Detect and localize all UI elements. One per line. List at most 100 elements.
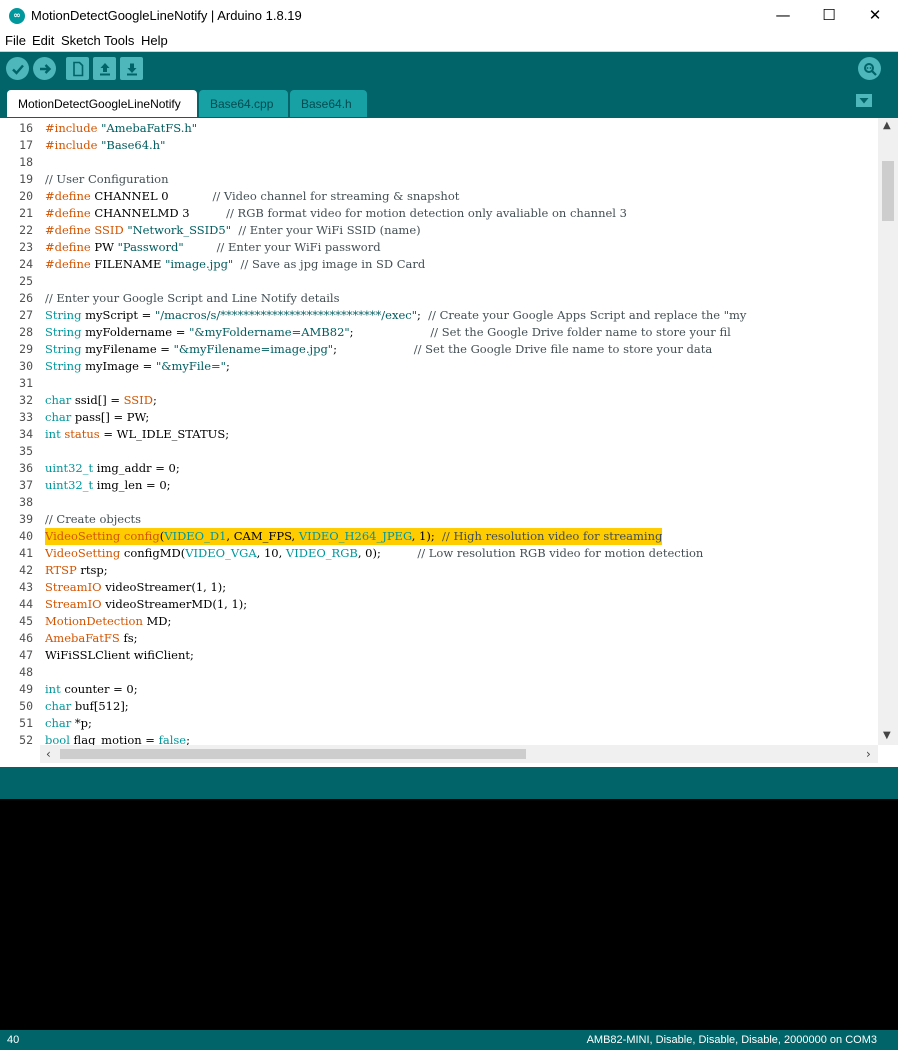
line-number: 41 [19, 546, 33, 560]
code-token: // Low resolution RGB video for motion d… [417, 546, 704, 560]
code-token: ; [349, 325, 431, 339]
tab-base64-h[interactable]: Base64.h [290, 90, 367, 117]
line-number: 21 [19, 206, 33, 220]
code-token: , 10, [256, 546, 286, 560]
code-token: WiFiSSLClient wifiClient; [45, 648, 194, 662]
code-line[interactable]: char ssid[] = SSID; [45, 392, 157, 409]
code-line[interactable]: // Enter your Google Script and Line Not… [45, 290, 340, 307]
code-editor[interactable]: 16 17 18 19 20 21 22 23 24 25 26 27 28 29 30 31 32 33 34 35… [0, 117, 898, 764]
menu-help[interactable]: Help [141, 33, 168, 48]
horizontal-scroll-thumb[interactable] [60, 749, 526, 759]
code-token: "image.jpg" [165, 257, 234, 271]
code-line[interactable]: RTSP rtsp; [45, 562, 108, 579]
code-line[interactable]: String myImage = "&myFile="; [45, 358, 230, 375]
new-button[interactable] [66, 57, 89, 80]
code-line[interactable]: uint32_t img_addr = 0; [45, 460, 180, 477]
code-line[interactable]: bool flag_motion = false; [45, 732, 190, 745]
code-line[interactable]: // User Configuration [45, 171, 169, 188]
horizontal-scrollbar[interactable]: ‹ › [40, 745, 878, 763]
code-line[interactable]: int counter = 0; [45, 681, 138, 698]
code-token: // Set the Google Drive folder name to s… [430, 325, 731, 339]
code-token: VIDEO_D1 [164, 529, 227, 543]
code-line[interactable]: int status = WL_IDLE_STATUS; [45, 426, 229, 443]
tab-motiondetectgooglelinenotify[interactable]: MotionDetectGoogleLineNotify [7, 90, 197, 117]
open-button[interactable] [93, 57, 116, 80]
code-line[interactable]: char buf[512]; [45, 698, 129, 715]
code-token: pass[] = PW; [74, 410, 150, 424]
code-line[interactable]: StreamIO videoStreamerMD(1, 1); [45, 596, 247, 613]
code-line[interactable]: String myFilename = "&myFilename=image.j… [45, 341, 712, 358]
line-number: 50 [19, 699, 33, 713]
code-token: videoStreamerMD(1, 1); [105, 597, 248, 611]
menu-tools[interactable]: Tools [104, 33, 134, 48]
code-line[interactable]: // Create objects [45, 511, 141, 528]
line-number: 39 [19, 512, 33, 526]
code-line[interactable]: #define FILENAME "image.jpg" // Save as … [45, 256, 425, 273]
code-line[interactable]: String myScript = "/macros/s/***********… [45, 307, 746, 324]
code-token: status [64, 427, 100, 441]
code-line[interactable]: VideoSetting config(VIDEO_D1, CAM_FPS, V… [45, 528, 663, 545]
code-token: , CAM_FPS, [226, 529, 299, 543]
code-token: "Password" [117, 240, 184, 254]
scroll-down-arrow-icon[interactable]: ▼ [883, 730, 891, 741]
code-token: VideoSetting [45, 546, 124, 560]
code-token: ; [225, 359, 230, 373]
code-line[interactable]: WiFiSSLClient wifiClient; [45, 647, 194, 664]
code-token: CHANNEL 0 [94, 189, 213, 203]
code-line[interactable]: StreamIO videoStreamer(1, 1); [45, 579, 226, 596]
scroll-right-arrow-icon[interactable]: › [866, 747, 871, 761]
upload-button[interactable] [33, 57, 56, 80]
code-token: "Base64.h" [101, 138, 166, 152]
code-line[interactable]: char pass[] = PW; [45, 409, 149, 426]
vertical-scroll-thumb[interactable] [882, 161, 894, 221]
code-token: #define [45, 206, 95, 220]
code-token: // RGB format video for motion detection… [226, 206, 627, 220]
code-line[interactable]: VideoSetting configMD(VIDEO_VGA, 10, VID… [45, 545, 703, 562]
console-output[interactable] [0, 799, 898, 1030]
code-token: VideoSetting [45, 529, 124, 543]
code-line[interactable]: char *p; [45, 715, 92, 732]
line-number: 33 [19, 410, 33, 424]
code-token: = WL_IDLE_STATUS; [99, 427, 230, 441]
scroll-left-arrow-icon[interactable]: ‹ [46, 747, 51, 761]
code-token: VIDEO_H264_JPEG [298, 529, 412, 543]
menu-edit[interactable]: Edit [32, 33, 54, 48]
code-token: configMD( [123, 546, 186, 560]
menu-file[interactable]: File [5, 33, 26, 48]
code-line[interactable]: #define SSID "Network_SSID5" // Enter yo… [45, 222, 421, 239]
menu-sketch[interactable]: Sketch [61, 33, 101, 48]
code-area[interactable]: #include "AmebaFatFS.h" #include "Base64.… [45, 118, 878, 745]
code-token: String [45, 342, 86, 356]
code-token: AmebaFatFS [45, 631, 124, 645]
code-token: buf[512]; [74, 699, 129, 713]
code-token: CHANNELMD 3 [94, 206, 227, 220]
vertical-scrollbar[interactable]: ▲ ▼ [878, 118, 898, 745]
code-line[interactable]: MotionDetection MD; [45, 613, 171, 630]
code-line[interactable]: #define PW "Password" // Enter your WiFi… [45, 239, 381, 256]
code-token: #define [45, 223, 95, 237]
close-button[interactable]: ✕ [852, 0, 898, 31]
serial-monitor-icon [863, 62, 877, 76]
code-line[interactable]: AmebaFatFS fs; [45, 630, 137, 647]
code-token: // Video channel for streaming & snapsho… [212, 189, 460, 203]
minimize-button[interactable]: — [760, 0, 806, 31]
code-token: MotionDetection [45, 614, 147, 628]
code-line[interactable]: #include "AmebaFatFS.h" [45, 120, 197, 137]
code-line[interactable]: uint32_t img_len = 0; [45, 477, 171, 494]
line-number: 22 [19, 223, 33, 237]
upload-icon [39, 63, 51, 74]
verify-button[interactable] [6, 57, 29, 80]
tab-menu-button[interactable] [856, 94, 872, 107]
code-line[interactable]: #define CHANNEL 0 // Video channel for s… [45, 188, 459, 205]
code-line[interactable]: #define CHANNELMD 3 // RGB format video … [45, 205, 627, 222]
maximize-button[interactable]: ☐ [806, 0, 852, 31]
code-token: MD; [146, 614, 172, 628]
code-line[interactable]: String myFoldername = "&myFoldername=AMB… [45, 324, 731, 341]
serial-monitor-button[interactable] [858, 57, 881, 80]
save-button[interactable] [120, 57, 143, 80]
tab-base64-cpp[interactable]: Base64.cpp [199, 90, 288, 117]
code-line[interactable]: #include "Base64.h" [45, 137, 165, 154]
code-token: ssid[] = [74, 393, 124, 407]
scroll-up-arrow-icon[interactable]: ▲ [883, 120, 891, 131]
